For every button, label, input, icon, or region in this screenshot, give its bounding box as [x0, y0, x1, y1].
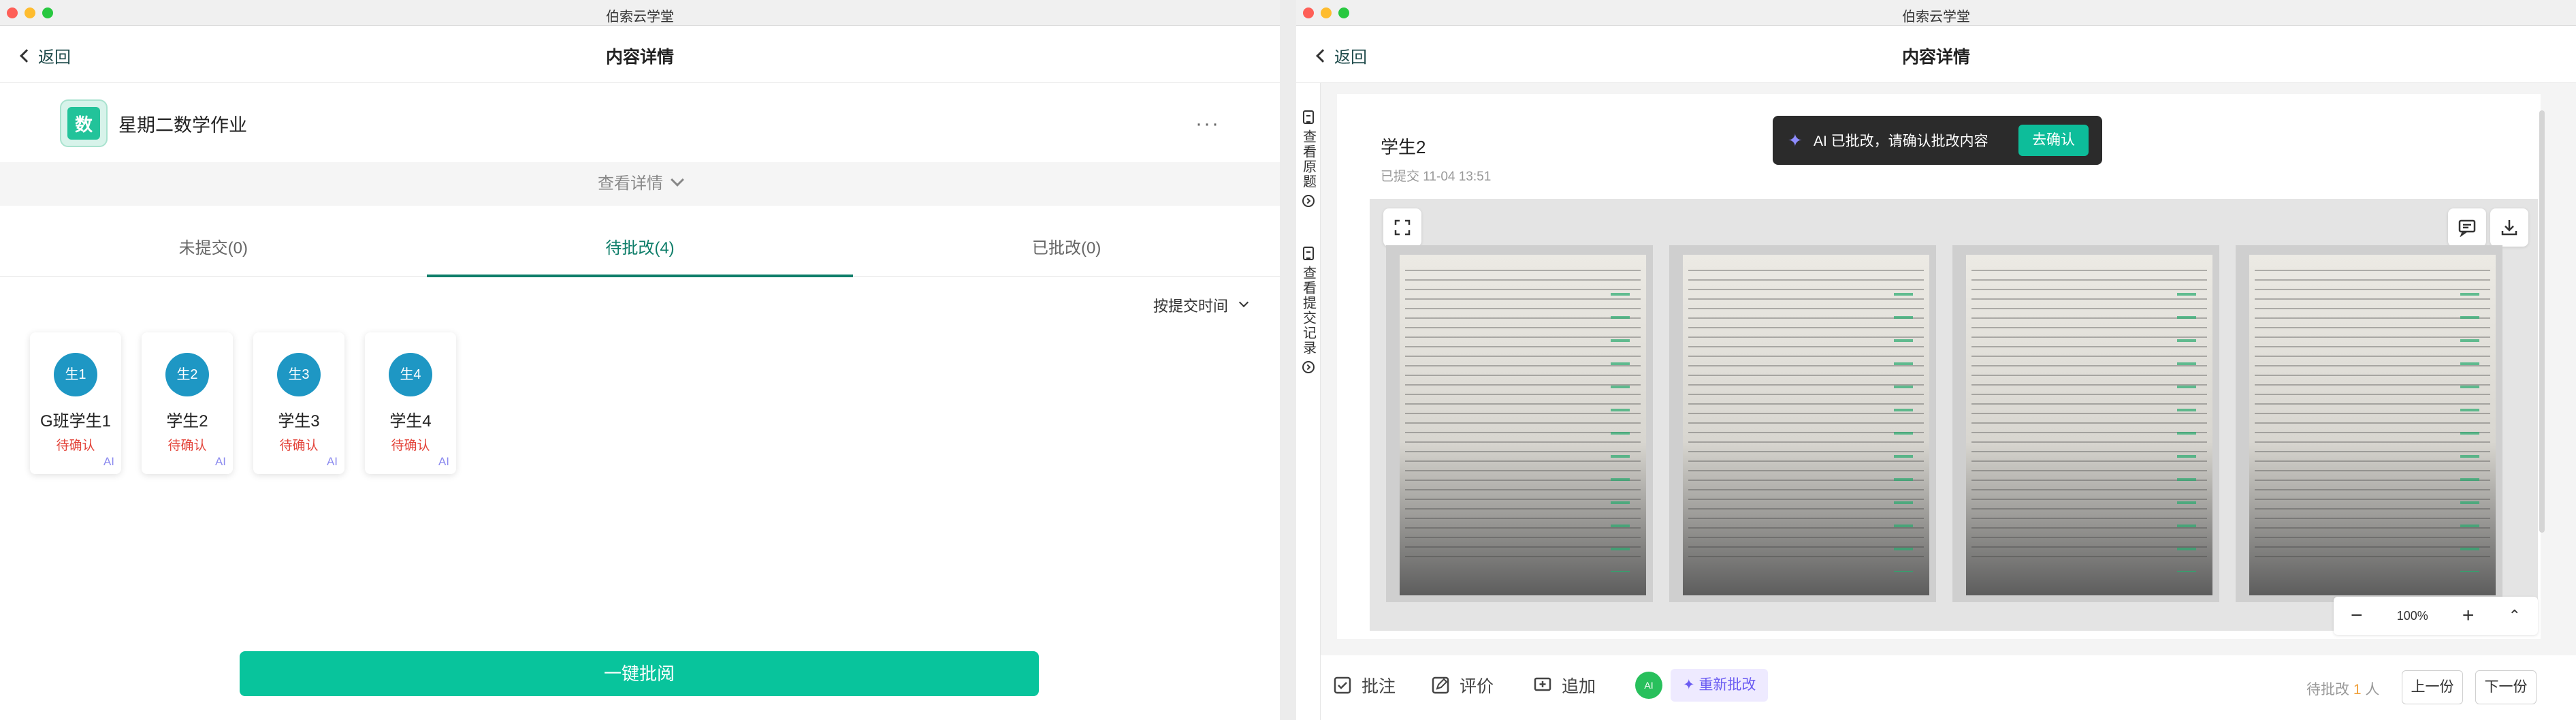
regrade-group: AI ✦ 重新批改 — [1635, 669, 1769, 702]
comment-button[interactable] — [2448, 208, 2486, 247]
pending-prefix: 待批改 — [2306, 682, 2349, 698]
append-button[interactable]: 追加 — [1533, 673, 1596, 698]
ai-badge: AI — [103, 455, 114, 468]
edit-icon — [1432, 676, 1449, 694]
tab-pending[interactable]: 待批改(4) — [426, 225, 854, 277]
zoom-level: 100% — [2396, 608, 2428, 623]
image-viewer — [1370, 199, 2538, 631]
toast-text: AI 已批改，请确认批改内容 — [1814, 134, 1989, 149]
title-bar: 伯索云学堂 — [0, 0, 1280, 26]
chevron-down-icon — [671, 173, 684, 187]
scrollbar[interactable] — [2539, 110, 2545, 533]
subject-icon: 数 — [60, 99, 108, 147]
checkbox-icon — [1334, 676, 1351, 694]
avatar: 生4 — [389, 353, 432, 396]
tab-graded[interactable]: 已批改(0) — [853, 225, 1280, 276]
ai-assistant-icon: AI — [1635, 672, 1662, 699]
download-icon — [2501, 220, 2517, 236]
homework-header: 数 星期二数学作业 — [60, 99, 247, 147]
student-card-list: 生1 G班学生1 待确认 AI 生2 学生2 待确认 AI 生3 学生3 待确认… — [30, 332, 456, 474]
annotate-button[interactable]: 批注 — [1333, 673, 1396, 698]
fullscreen-button[interactable] — [1383, 208, 1421, 247]
append-label: 追加 — [1562, 677, 1596, 696]
bottom-toolbar: 批注 评价 追加 AI ✦ 重新批改 待批改 1 人 上一份 下一份 — [1321, 655, 2576, 720]
zoom-in-button[interactable]: + — [2462, 604, 2475, 627]
homework-pages — [1386, 245, 2502, 602]
more-menu-icon[interactable]: ··· — [1195, 112, 1220, 136]
one-key-grade-button[interactable]: 一键批阅 — [240, 651, 1039, 696]
view-question-button[interactable]: 查看原题 — [1299, 110, 1318, 207]
ai-badge: AI — [438, 455, 449, 468]
view-record-button[interactable]: 查看提交记录 — [1299, 247, 1318, 373]
evaluate-label: 评价 — [1460, 677, 1494, 696]
go-confirm-button[interactable]: 去确认 — [2018, 125, 2089, 156]
status-badge: 待确认 — [391, 439, 430, 453]
student-name: 学生4 — [389, 412, 432, 431]
view-record-label: 查看提交记录 — [1300, 266, 1316, 356]
next-button[interactable]: 下一份 — [2475, 670, 2537, 704]
window-title: 伯索云学堂 — [1902, 10, 1970, 25]
student-card[interactable]: 生2 学生2 待确认 AI — [142, 332, 233, 474]
add-comment-icon — [1534, 677, 1551, 691]
document-icon — [1303, 247, 1314, 260]
regrade-button[interactable]: ✦ 重新批改 — [1671, 669, 1769, 702]
expand-icon — [1302, 195, 1315, 207]
prev-button[interactable]: 上一份 — [2402, 670, 2463, 704]
student-card[interactable]: 生3 学生3 待确认 AI — [253, 332, 344, 474]
ai-graded-toast: ✦ AI 已批改，请确认批改内容 去确认 — [1773, 116, 2102, 165]
expand-icon — [1302, 361, 1315, 373]
status-tabs: 未提交(0) 待批改(4) 已批改(0) — [0, 225, 1280, 277]
nav-bar: 返回 内容详情 — [0, 26, 1280, 83]
nav-bar: 返回 内容详情 — [1296, 26, 2576, 83]
download-button[interactable] — [2490, 208, 2528, 247]
page-title: 内容详情 — [605, 48, 674, 67]
chevron-down-icon — [1238, 297, 1249, 308]
avatar: 生3 — [277, 353, 321, 396]
homework-page-image[interactable] — [1386, 245, 1653, 602]
sort-dropdown[interactable]: 按提交时间 — [1153, 294, 1249, 316]
view-detail-label: 查看详情 — [598, 174, 663, 193]
tab-unsubmitted[interactable]: 未提交(0) — [0, 225, 427, 276]
pending-number: 1 — [2353, 682, 2362, 698]
student-card[interactable]: 生4 学生4 待确认 AI — [365, 332, 456, 474]
zoom-out-button[interactable]: − — [2351, 604, 2363, 627]
side-toolbar: 查看原题 查看提交记录 — [1296, 83, 1321, 720]
page-title: 内容详情 — [1901, 48, 1970, 67]
avatar: 生1 — [54, 353, 97, 396]
view-question-label: 查看原题 — [1300, 129, 1316, 189]
sparkle-icon: ✦ — [1788, 130, 1803, 151]
regrade-label: 重新批改 — [1698, 677, 1756, 693]
pending-suffix: 人 — [2365, 682, 2380, 698]
view-detail-toggle[interactable]: 查看详情 — [0, 162, 1280, 206]
submit-time: 已提交 11-04 13:51 — [1381, 170, 1492, 184]
homework-title: 星期二数学作业 — [118, 114, 247, 136]
homework-page-image[interactable] — [1669, 245, 1936, 602]
comment-icon — [2458, 219, 2476, 237]
avatar: 生2 — [165, 353, 209, 396]
document-icon — [1303, 110, 1314, 124]
student-name: 学生2 — [166, 412, 208, 431]
ai-badge: AI — [214, 455, 226, 468]
annotate-label: 批注 — [1362, 677, 1396, 696]
student-card[interactable]: 生1 G班学生1 待确认 AI — [30, 332, 121, 474]
subject-icon-char: 数 — [67, 107, 100, 140]
zoom-control: − 100% + ⌃ — [2334, 597, 2538, 635]
status-badge: 待确认 — [56, 439, 95, 453]
status-badge: 待确认 — [279, 439, 319, 453]
ai-badge: AI — [326, 455, 338, 468]
pending-count: 待批改 1 人 — [2306, 678, 2379, 699]
sort-label: 按提交时间 — [1153, 298, 1228, 315]
title-bar: 伯索云学堂 — [1296, 0, 2576, 26]
window-title: 伯索云学堂 — [606, 10, 674, 25]
student-name: 学生2 — [1381, 137, 1426, 157]
homework-page-image[interactable] — [2236, 245, 2502, 602]
collapse-up-icon[interactable]: ⌃ — [2508, 607, 2520, 625]
left-window: 伯索云学堂 返回 内容详情 数 星期二数学作业 ··· 查看详情 未提交(0) … — [0, 0, 1280, 720]
student-name: 学生3 — [278, 412, 320, 431]
student-name: G班学生1 — [39, 412, 111, 431]
evaluate-button[interactable]: 评价 — [1431, 673, 1494, 698]
fullscreen-icon — [1394, 219, 1411, 236]
status-badge: 待确认 — [167, 439, 207, 453]
homework-page-image[interactable] — [1952, 245, 2219, 602]
